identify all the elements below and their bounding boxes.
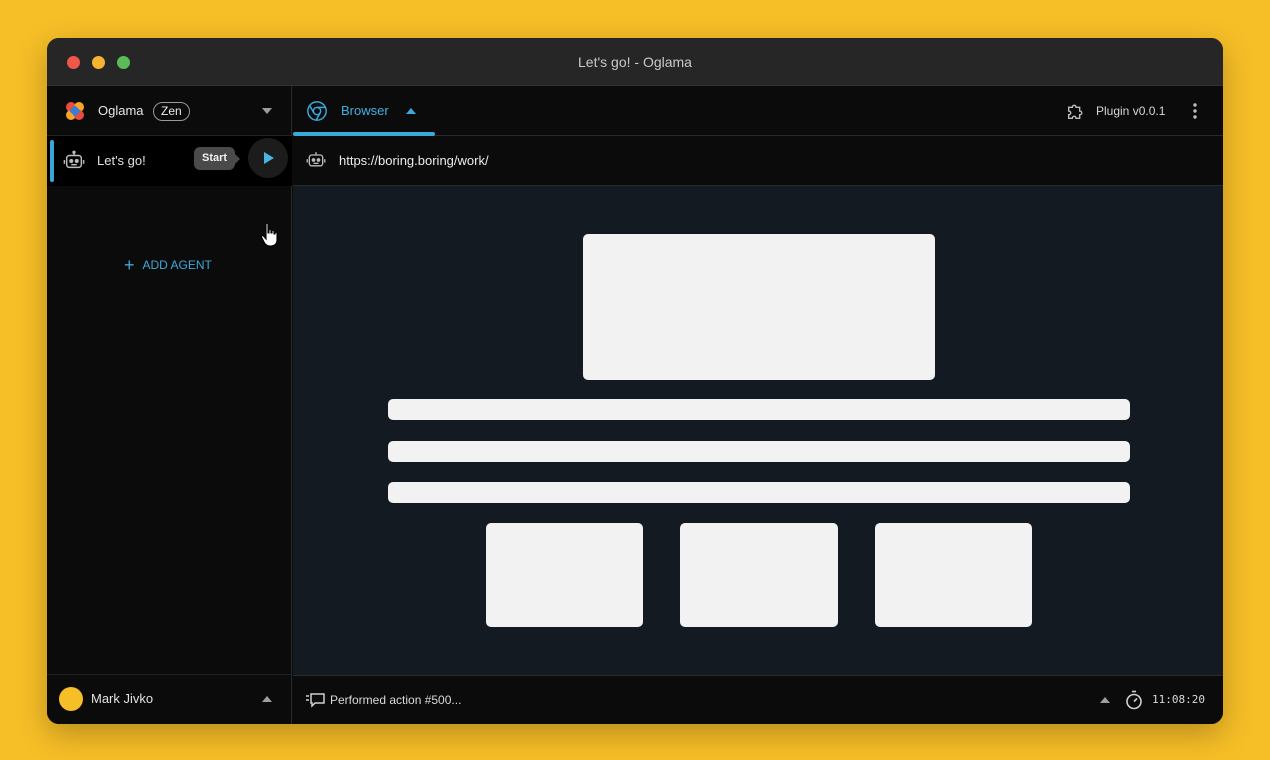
app-window: Let's go! - Oglama Oglama Zen (47, 38, 1223, 724)
tab-bar: Browser Plugin v0.0.1 (293, 86, 1223, 136)
add-agent-label: ADD AGENT (143, 258, 212, 272)
address-bar: https://boring.boring/work/ (293, 136, 1223, 186)
window-title: Let's go! - Oglama (47, 38, 1223, 86)
tab-label: Browser (341, 86, 389, 136)
main-panel: Browser Plugin v0.0.1 (293, 86, 1223, 724)
workspace-selector[interactable]: Oglama Zen (47, 86, 292, 136)
chevron-up-icon[interactable] (262, 696, 272, 702)
status-message: Performed action #500... (330, 676, 461, 724)
placeholder-text-line (388, 441, 1130, 462)
zen-badge[interactable]: Zen (153, 102, 190, 121)
start-tooltip: Start (194, 147, 235, 170)
add-agent-button[interactable]: + ADD AGENT (124, 251, 212, 279)
more-options-icon[interactable] (1191, 101, 1199, 121)
placeholder-text-line (388, 482, 1130, 503)
url-field[interactable]: https://boring.boring/work/ (339, 136, 489, 186)
agent-label: Let's go! (97, 136, 146, 186)
hand-cursor-icon (260, 222, 280, 248)
plus-icon: + (124, 251, 135, 279)
tab-browser[interactable]: Browser (293, 86, 435, 136)
puzzle-icon[interactable] (1065, 100, 1087, 122)
user-menu[interactable]: Mark Jivko (47, 674, 292, 724)
status-bar: Performed action #500... 11:08:20 (293, 675, 1223, 724)
start-agent-button[interactable] (248, 138, 288, 178)
active-agent-indicator (50, 140, 54, 182)
robot-icon (306, 150, 326, 170)
placeholder-card (680, 523, 838, 627)
placeholder-hero-image (583, 234, 935, 380)
browser-viewport[interactable] (293, 187, 1223, 675)
workspace-name: Oglama (98, 86, 144, 136)
placeholder-card (486, 523, 643, 627)
placeholder-card (875, 523, 1032, 627)
chevron-up-icon[interactable] (406, 108, 416, 114)
chrome-icon (306, 100, 328, 122)
chevron-down-icon[interactable] (262, 108, 272, 114)
play-icon (264, 152, 274, 164)
plugin-label[interactable]: Plugin v0.0.1 (1096, 86, 1165, 136)
elapsed-timer: 11:08:20 (1152, 676, 1205, 724)
stopwatch-icon (1125, 690, 1143, 710)
robot-icon (63, 150, 85, 172)
chevron-up-icon[interactable] (1100, 697, 1110, 703)
title-bar[interactable]: Let's go! - Oglama (47, 38, 1223, 86)
sidebar: Oglama Zen Let's go! Start (47, 86, 292, 724)
user-name: Mark Jivko (91, 675, 153, 723)
placeholder-text-line (388, 399, 1130, 420)
oglama-logo-icon (63, 99, 87, 123)
chat-log-icon (305, 691, 325, 709)
avatar (59, 687, 83, 711)
